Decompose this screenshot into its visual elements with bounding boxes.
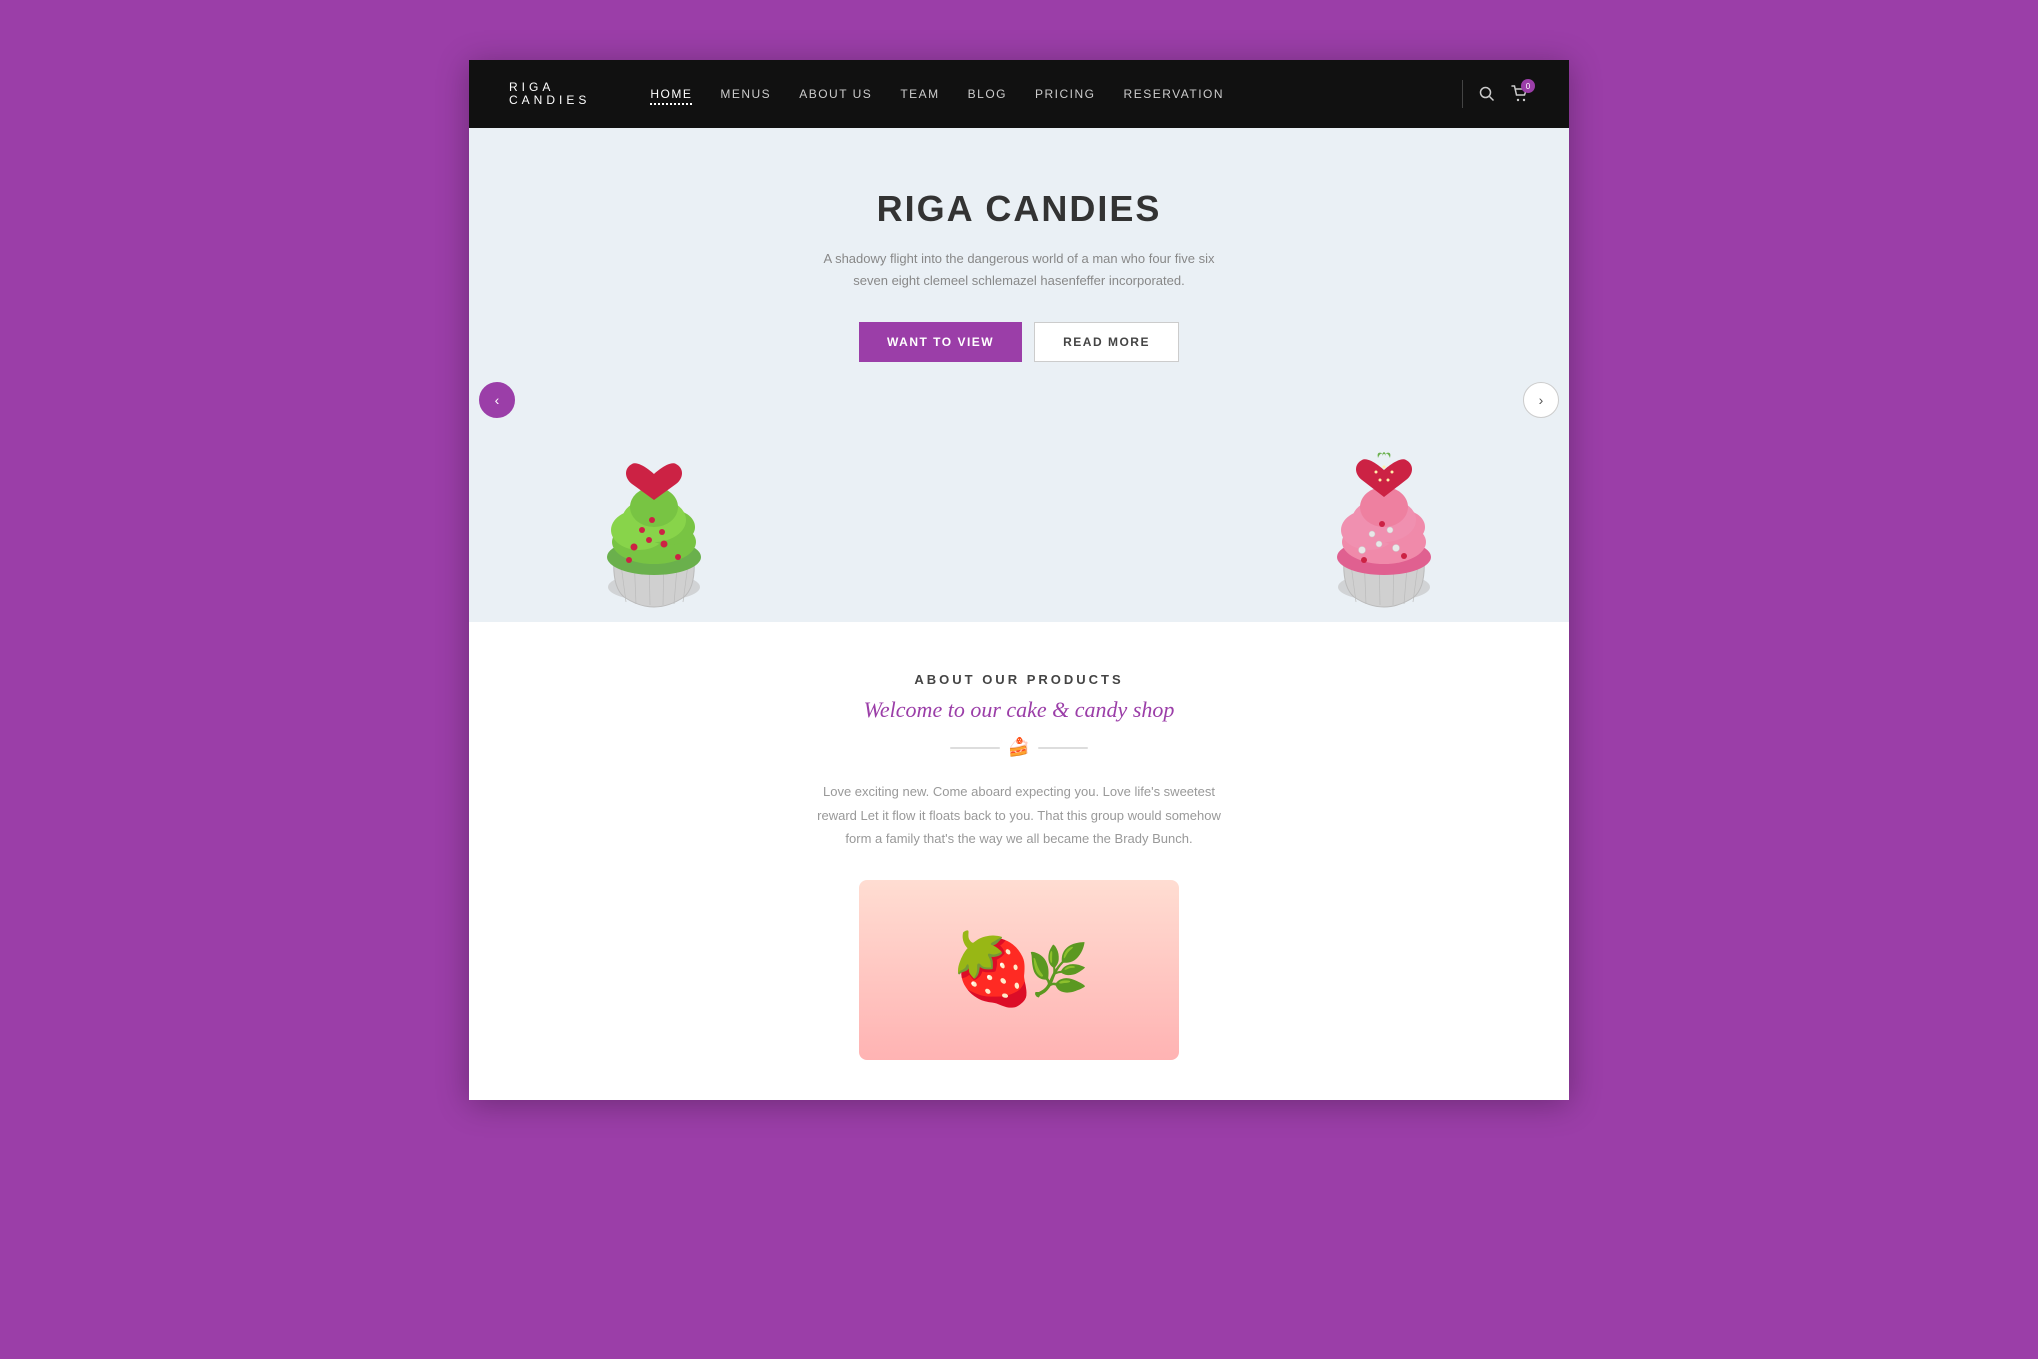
search-icon [1479,86,1495,102]
products-label: ABOUT OUR PRODUCTS [509,672,1529,687]
cake-icon: 🍰 [1008,737,1030,758]
want-to-view-button[interactable]: WANT TO VIEW [859,322,1022,362]
products-cursive: Welcome to our cake & candy shop [509,697,1529,723]
pink-cupcake-svg [1304,412,1464,622]
divider-line-left [950,747,1000,749]
hero-title: RIGA CANDIES [509,188,1529,230]
logo-line2: CANDIES [509,94,590,107]
nav-links: HOME MENUS ABOUT US TEAM BLOG PRICING RE… [650,85,1446,103]
strawberry-cake-icon: 🍓 [949,929,1036,1011]
nav-item-about[interactable]: ABOUT US [799,85,872,103]
nav-divider [1462,80,1463,108]
nav-link-pricing[interactable]: PRICING [1035,87,1096,101]
cake-decoration: 🌿 [1026,941,1088,1000]
nav-icons: 0 [1479,85,1529,103]
hero-subtitle: A shadowy flight into the dangerous worl… [819,248,1219,292]
read-more-button[interactable]: READ MORE [1034,322,1179,362]
hero-section: RIGA CANDIES A shadowy flight into the d… [469,128,1569,622]
products-description: Love exciting new. Come aboard expecting… [809,780,1229,850]
nav-item-menus[interactable]: MENUS [720,85,771,103]
search-button[interactable] [1479,86,1495,102]
carousel-next-button[interactable]: › [1523,382,1559,418]
nav-link-reservation[interactable]: RESERVATION [1124,87,1225,101]
cupcake-right-image [1299,402,1469,622]
logo[interactable]: RIGA CANDIES [509,81,590,107]
nav-link-menus[interactable]: MENUS [720,87,771,101]
nav-item-team[interactable]: TEAM [900,85,939,103]
nav-link-about[interactable]: ABOUT US [799,87,872,101]
divider-line-right [1038,747,1088,749]
nav-item-pricing[interactable]: PRICING [1035,85,1096,103]
products-section: ABOUT OUR PRODUCTS Welcome to our cake &… [469,622,1569,1100]
nav-item-reservation[interactable]: RESERVATION [1124,85,1225,103]
hero-wrapper: ‹ RIGA CANDIES A shadowy flight into the… [469,128,1569,622]
cake-preview: 🍓 🌿 [859,880,1179,1060]
nav-item-home[interactable]: HOME [650,85,692,103]
cupcakes-row [509,402,1529,622]
carousel-prev-button[interactable]: ‹ [479,382,515,418]
cart-wrapper: 0 [1511,85,1529,103]
navbar: RIGA CANDIES HOME MENUS ABOUT US TEAM BL… [469,60,1569,128]
cupcake-left-image [569,402,739,622]
cart-badge: 0 [1521,79,1535,93]
nav-link-blog[interactable]: BLOG [968,87,1007,101]
nav-link-home[interactable]: HOME [650,87,692,105]
hero-buttons: WANT TO VIEW READ MORE [509,322,1529,362]
section-divider: 🍰 [509,737,1529,758]
nav-link-team[interactable]: TEAM [900,87,939,101]
green-cupcake-svg [574,412,734,622]
browser-window: RIGA CANDIES HOME MENUS ABOUT US TEAM BL… [469,60,1569,1100]
nav-item-blog[interactable]: BLOG [968,85,1007,103]
